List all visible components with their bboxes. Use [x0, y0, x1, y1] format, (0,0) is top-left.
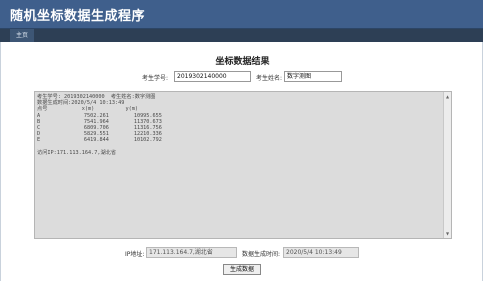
scroll-up-icon[interactable]: ▲ — [444, 93, 451, 100]
app-title: 随机坐标数据生成程序 — [10, 9, 146, 24]
page-title: 坐标数据结果 — [215, 57, 270, 67]
ip-label: IP地址: — [125, 251, 145, 258]
app-header: 随机坐标数据生成程序 — [0, 0, 483, 29]
scroll-down-icon[interactable]: ▼ — [444, 230, 451, 237]
main-content: 坐标数据结果 考生学号: 2019302140000 考生姓名: 数字测图 考生… — [0, 42, 483, 281]
nav-home-link[interactable]: 主页 — [10, 29, 35, 42]
vertical-scrollbar[interactable]: ▲ ▼ — [443, 92, 451, 238]
ip-field: 171.113.164.7,湖北省 — [146, 247, 237, 258]
time-field: 2020/5/4 10:13:49 — [283, 247, 359, 258]
nav-bar: 主页 — [0, 29, 483, 42]
student-name-field[interactable]: 数字测图 — [284, 71, 342, 82]
result-line: 访问IP:171.113.164.7,湖北省 — [37, 149, 117, 156]
student-id-field[interactable]: 2019302140000 — [174, 71, 251, 82]
generate-button[interactable]: 生成数据 — [223, 264, 261, 275]
result-text: 考生学号: 2019302140000 考生姓名:数字测图 数据生成时间:2020… — [37, 94, 437, 156]
time-label: 数据生成时间: — [242, 251, 281, 258]
result-textarea[interactable]: 考生学号: 2019302140000 考生姓名:数字测图 数据生成时间:2020… — [34, 91, 452, 239]
student-id-label: 考生学号: — [142, 75, 169, 82]
student-name-label: 考生姓名: — [256, 75, 283, 82]
